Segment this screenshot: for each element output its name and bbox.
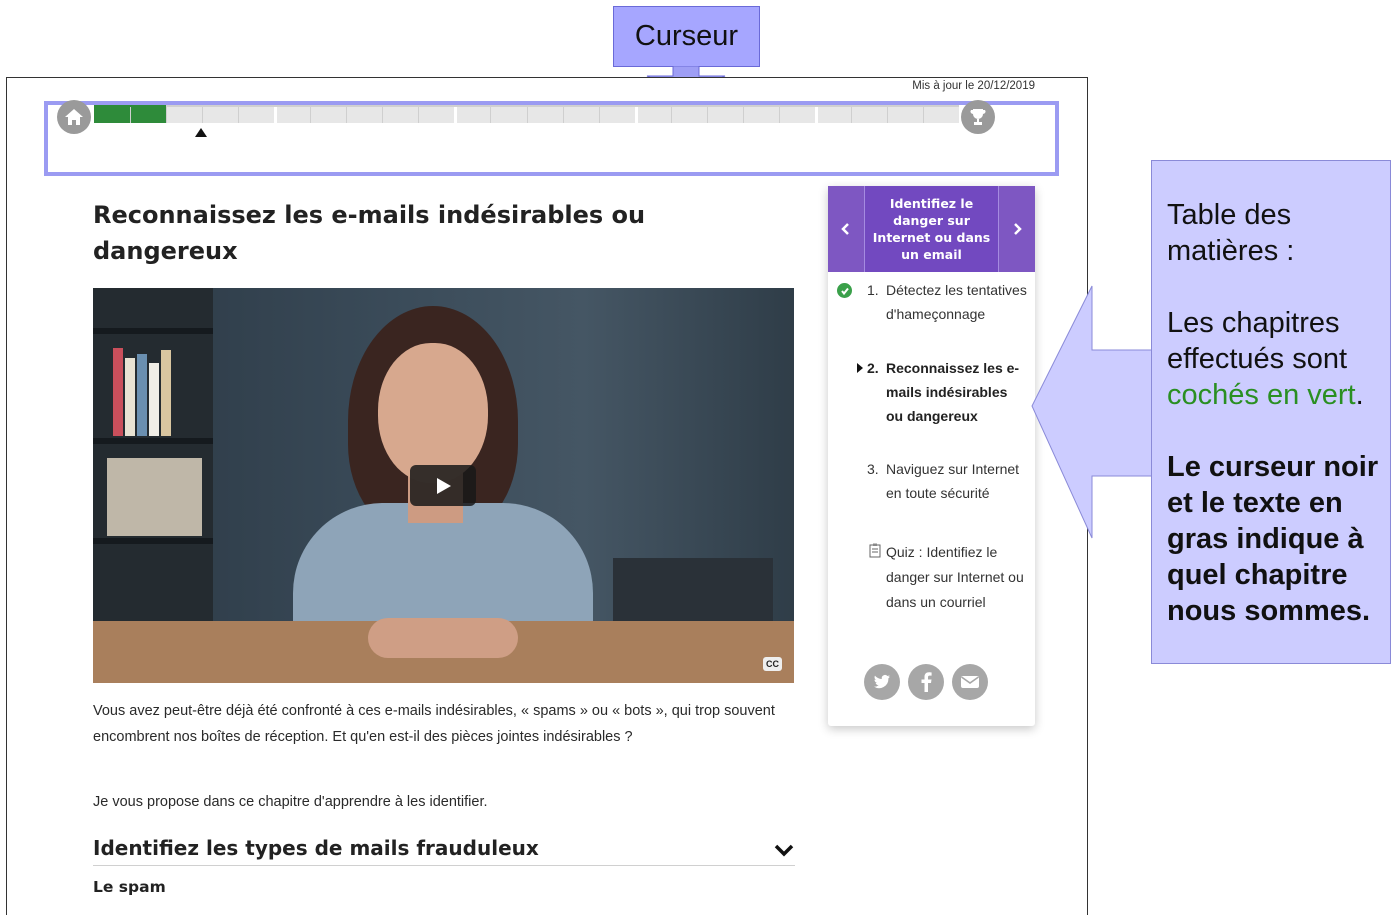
video-background-furniture <box>613 558 773 628</box>
progress-segment-divider <box>779 107 780 123</box>
progress-segment-divider <box>382 107 383 123</box>
twitter-icon <box>874 674 890 689</box>
progress-segment-divider <box>851 107 852 123</box>
progress-segment-divider <box>887 107 888 123</box>
quiz-icon <box>869 543 881 558</box>
annotation-toc-explanation: Table des matières : Les chapitres effec… <box>1151 160 1391 664</box>
chevron-down-icon[interactable] <box>773 841 795 859</box>
progress-segment-divider <box>563 107 564 123</box>
progress-segment-divider <box>707 107 708 123</box>
video-speaker-face <box>378 343 488 483</box>
progress-segment-divider <box>490 107 491 123</box>
annotation-text: . <box>1355 379 1364 411</box>
closed-captions-button[interactable]: CC <box>763 657 782 671</box>
progress-segment-divider <box>238 107 239 123</box>
page-title: Reconnaissez les e-mails indésirables ou… <box>93 201 646 265</box>
progress-bar[interactable] <box>94 105 959 123</box>
play-button[interactable] <box>410 465 476 506</box>
progress-cursor-marker <box>195 128 207 137</box>
toc-item-label: Reconnaissez les e-mails indésirables ou… <box>886 360 1020 424</box>
progress-segment-divider <box>418 107 419 123</box>
progress-segment-divider <box>743 107 744 123</box>
toc-prev-button[interactable] <box>828 186 864 272</box>
trophy-icon[interactable] <box>961 100 995 134</box>
toc-next-button[interactable] <box>999 186 1035 272</box>
intro-paragraph-2: Je vous propose dans ce chapitre d'appre… <box>93 794 488 810</box>
toc-header: Identifiez le danger sur Internet ou dan… <box>828 186 1035 272</box>
progress-segment-divider <box>202 107 203 123</box>
progress-segment-divider <box>130 107 131 123</box>
annotation-completed-note: Les chapitres effectués sont cochés en v… <box>1167 305 1380 413</box>
annotation-current-note: Le curseur noir et le texte en gras indi… <box>1167 451 1379 627</box>
current-chapter-marker-icon <box>857 363 863 373</box>
progress-segment-divider <box>310 107 311 123</box>
section-accordion[interactable]: Identifiez les types de mails frauduleux <box>93 833 795 866</box>
updated-date: Mis à jour le 20/12/2019 <box>912 80 1035 92</box>
home-icon[interactable] <box>57 100 91 134</box>
section-title: Identifiez les types de mails frauduleux <box>93 836 539 860</box>
play-icon <box>437 477 451 494</box>
intro-paragraph: Vous avez peut-être déjà été confronté à… <box>93 703 775 745</box>
annotation-green-text: cochés en vert <box>1167 379 1356 411</box>
progress-segment-divider <box>346 107 347 123</box>
toc-item-label: Naviguez sur Internet en toute sécurité <box>886 461 1020 501</box>
annotation-cursor-label: Curseur <box>613 6 760 67</box>
progress-segment-divider <box>599 107 600 123</box>
video-speaker-hands <box>368 618 518 658</box>
progress-segment-divider <box>923 107 924 123</box>
toc-item-number: 1. <box>867 282 879 298</box>
toc-item-label: Détectez les tentatives d'hameçonnage <box>886 282 1027 322</box>
facebook-share-button[interactable] <box>908 664 944 700</box>
email-share-button[interactable] <box>952 664 988 700</box>
progress-segment-divider <box>635 107 638 123</box>
chevron-right-icon <box>1014 223 1022 235</box>
table-of-contents: Identifiez le danger sur Internet ou dan… <box>828 186 1035 726</box>
progress-segment-divider <box>815 107 818 123</box>
chevron-left-icon <box>841 223 849 235</box>
video-player[interactable]: CC <box>93 288 794 683</box>
annotation-toc-title: Table des matières : <box>1167 199 1295 267</box>
facebook-icon <box>921 672 932 692</box>
progress-segment-divider <box>527 107 528 123</box>
annotation-callout-pointer <box>1031 285 1153 539</box>
section-subtitle: Le spam <box>93 878 166 896</box>
toc-item-label: Quiz : Identifiez le danger sur Internet… <box>886 544 1024 610</box>
progress-segment-divider <box>454 107 457 123</box>
progress-segment-divider <box>166 107 167 123</box>
course-page: Mis à jour le 20/12/2019 Reconnaissez le… <box>6 77 1088 915</box>
mail-icon <box>961 676 979 688</box>
toc-item-number: 3. <box>867 461 879 477</box>
progress-segment-divider <box>671 107 672 123</box>
progress-segment-divider <box>274 107 277 123</box>
annotation-text: Les chapitres effectués sont <box>1167 307 1348 375</box>
toc-item-number: 2. <box>867 360 879 376</box>
share-buttons <box>864 664 988 700</box>
twitter-share-button[interactable] <box>864 664 900 700</box>
toc-part-title[interactable]: Identifiez le danger sur Internet ou dan… <box>864 186 999 272</box>
check-icon <box>837 283 852 298</box>
